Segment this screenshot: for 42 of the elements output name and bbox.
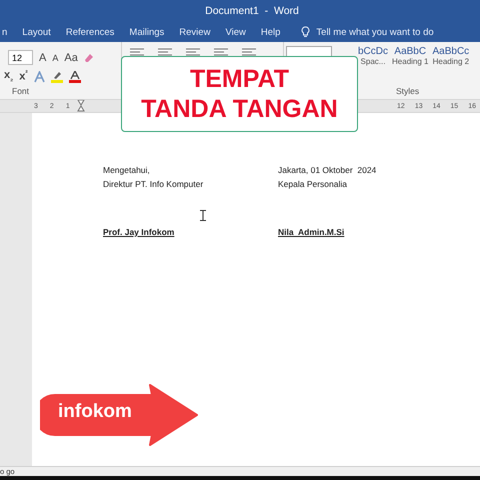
style-option[interactable] [286,46,332,56]
highlighter-icon[interactable] [50,70,63,82]
document-text: Jakarta, 01 Oktober 2024 [278,165,378,177]
ribbon-tab[interactable]: Mailings [129,24,164,40]
paragraph-icon[interactable] [186,48,200,56]
window-title: Document1 - Word [205,5,299,17]
style-option[interactable]: AaBbCc Heading 2 [432,46,470,72]
signer-name: Prof. Jay Infokom [103,227,176,237]
subscript-button[interactable]: x$_{₂}$ [4,69,14,84]
ribbon-tab[interactable]: Layout [22,24,51,40]
document-text: Kepala Personalia [278,179,348,191]
ribbon-tab[interactable]: References [66,24,114,40]
text-effects-icon[interactable] [34,70,45,82]
tell-me-field[interactable]: Tell me what you want to do [316,26,434,38]
badge-label: infokom [58,401,132,423]
ribbon-tab[interactable]: View [225,24,246,40]
caption-text: TEMPAT [190,64,290,94]
ribbon-tab[interactable]: n [2,24,8,40]
font-size-field[interactable]: 12 [8,50,33,65]
text-cursor-icon [200,210,206,221]
ribbon-tab[interactable]: Help [260,24,280,40]
paragraph-icon[interactable] [158,48,172,56]
shrink-font-button[interactable]: A [52,52,58,62]
indent-marker-icon[interactable] [76,100,85,112]
ribbon-tab[interactable]: Review [179,24,210,40]
paragraph-icon[interactable] [242,48,256,56]
caption-text: TANDA TANGAN [141,94,338,124]
group-label: Font [11,86,30,98]
document-text: Mengetahui, [103,165,151,177]
grow-font-button[interactable]: A [39,52,46,64]
paragraph-icon[interactable] [214,48,228,56]
superscript-button[interactable]: x$^{²}$ [19,70,28,83]
style-option[interactable]: AaBbC Heading 1 [392,46,428,72]
style-option[interactable]: bCcDc Spac... [358,46,388,72]
change-case-button[interactable]: Aa [64,52,78,64]
lightbulb-icon[interactable] [301,26,310,38]
signer-name: Nila Admin.M.Si [278,227,346,237]
font-color-icon[interactable] [68,70,81,82]
paragraph-icon[interactable] [130,48,144,56]
group-label: Styles [395,86,420,98]
eraser-icon[interactable] [84,52,94,62]
document-text: Direktur PT. Info Komputer [103,179,204,191]
